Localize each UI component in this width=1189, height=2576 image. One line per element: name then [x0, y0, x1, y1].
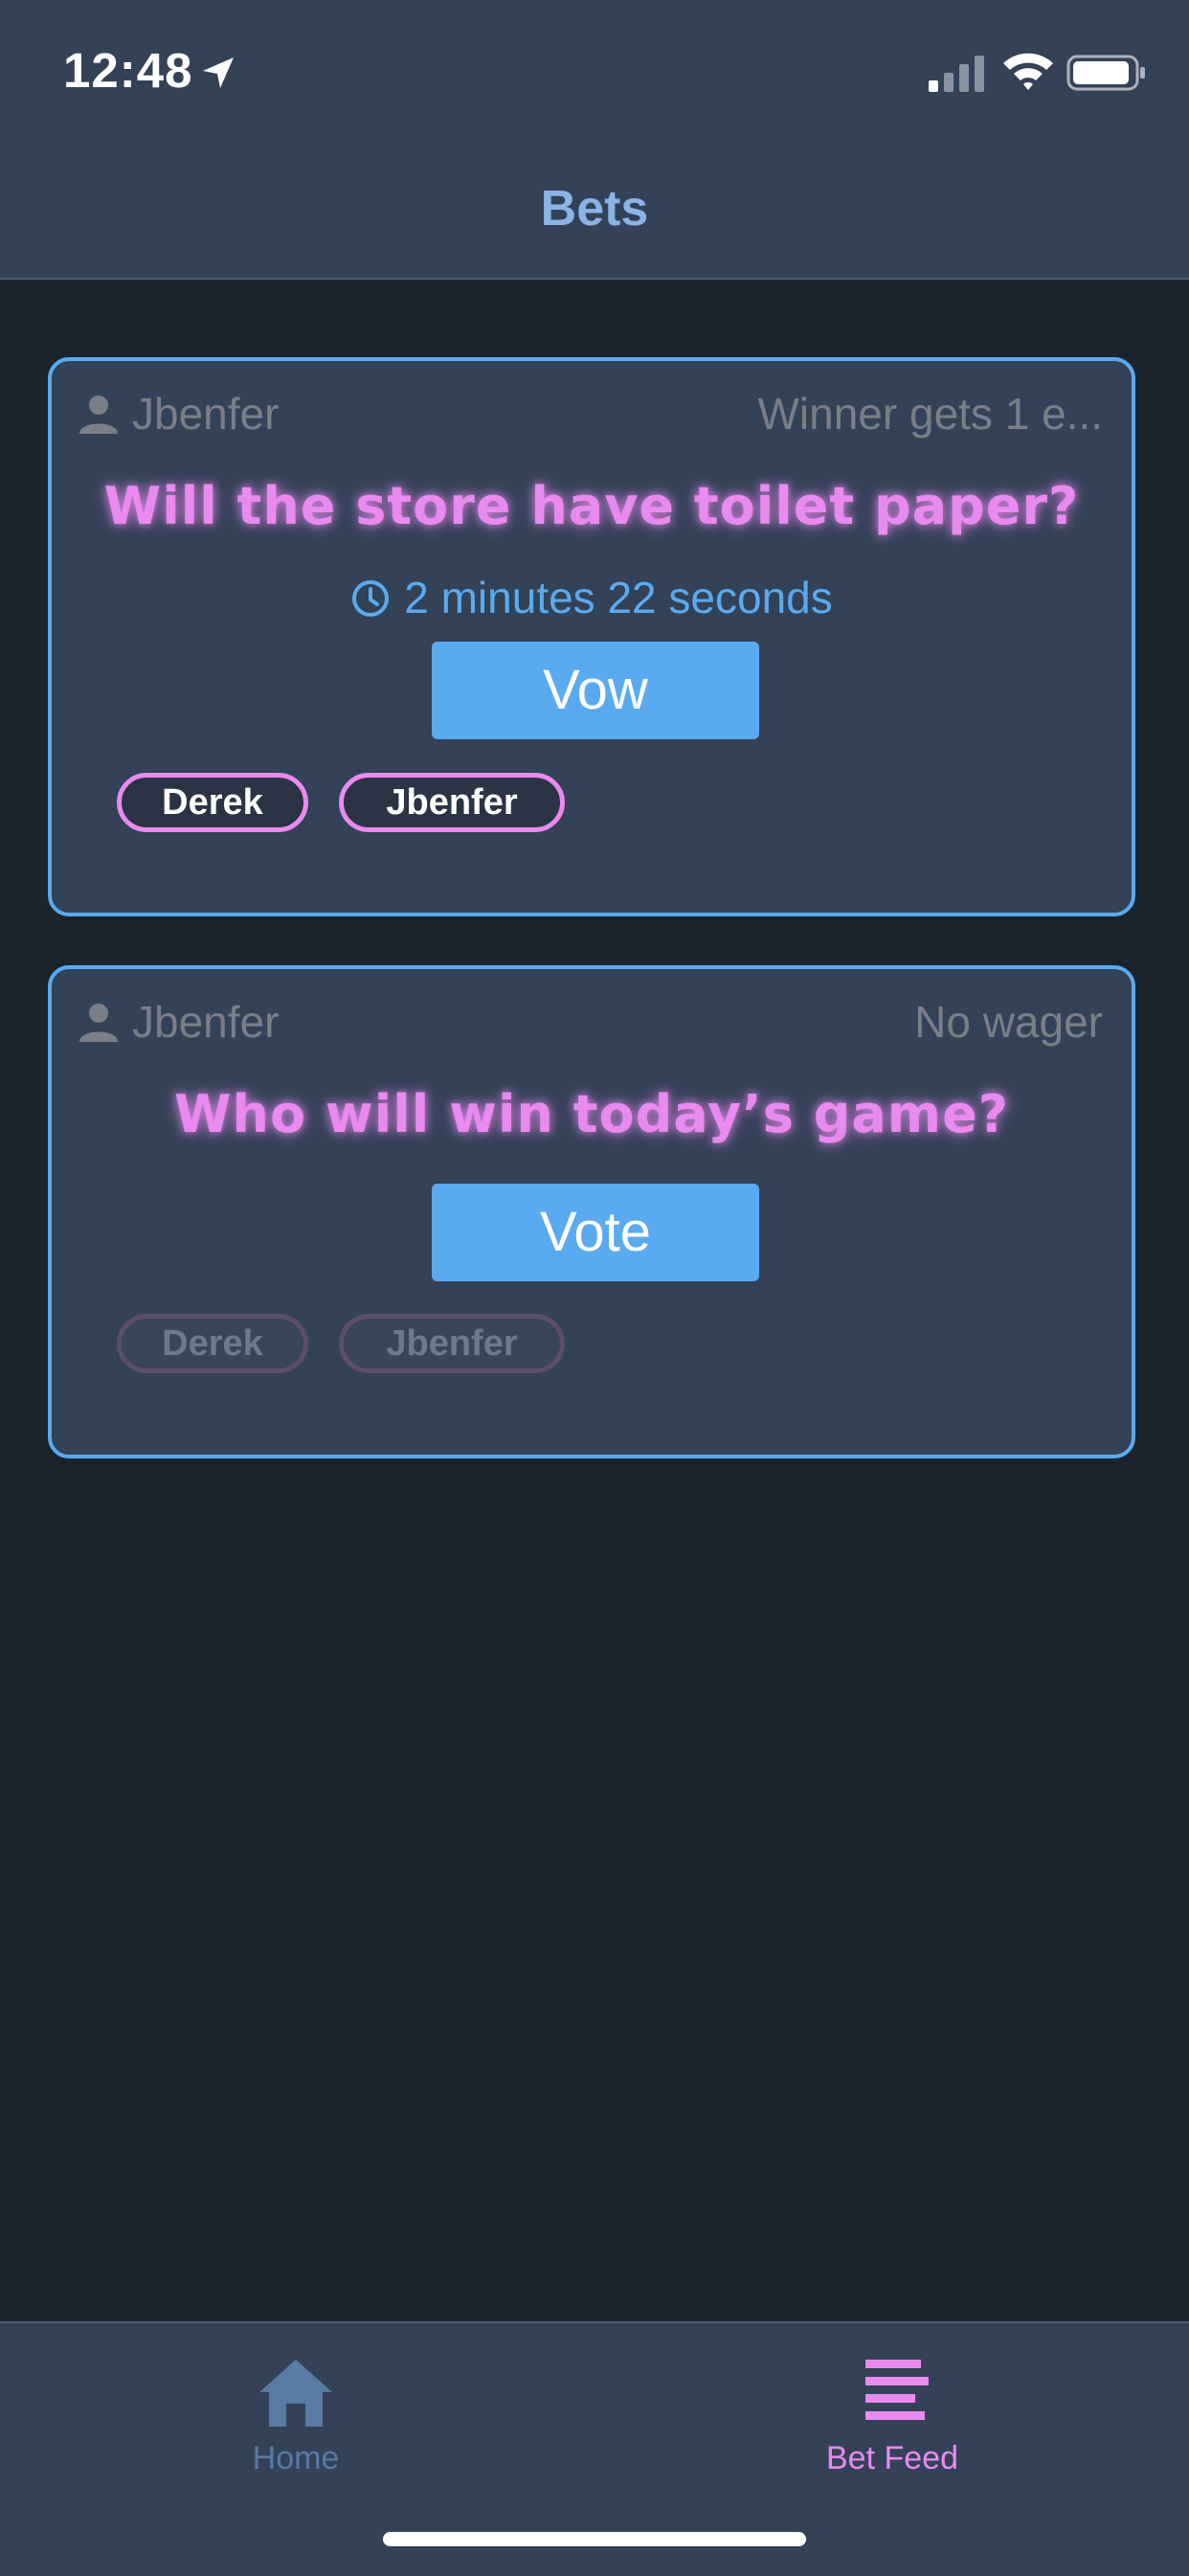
timer-text: 2 minutes 22 seconds: [404, 573, 833, 622]
page-title: Bets: [540, 181, 649, 237]
feed-lines-icon: [865, 2360, 929, 2420]
status-time: 12:48: [63, 43, 193, 98]
battery-icon: [1066, 55, 1145, 91]
tab-bet-feed[interactable]: Bet Feed: [749, 2356, 1036, 2499]
person-icon: [79, 395, 118, 434]
tab-home[interactable]: Home: [152, 2356, 439, 2499]
option-chip-derek[interactable]: Derek: [117, 1314, 308, 1373]
home-icon: [259, 2360, 332, 2427]
option-chip-derek[interactable]: Derek: [117, 773, 308, 832]
clock-icon: [352, 580, 390, 617]
location-arrow-icon: [203, 57, 234, 88]
bet-wager: Winner gets 1 e...: [757, 389, 1104, 439]
bet-question: Who will win today’s game?: [173, 1084, 1010, 1144]
bet-card[interactable]: Jbenfer Winner gets 1 e... Will the stor…: [48, 357, 1135, 916]
vow-button[interactable]: Vow: [432, 642, 759, 739]
status-bar: 12:48: [0, 0, 1189, 144]
person-icon: [79, 1004, 118, 1042]
option-chip-jbenfer[interactable]: Jbenfer: [339, 773, 565, 832]
bet-card[interactable]: Jbenfer No wager Who will win today’s ga…: [48, 965, 1135, 1458]
cellular-signal-icon: [929, 56, 984, 92]
wifi-icon: [1003, 53, 1053, 90]
top-bar: 12:48 Bets: [0, 0, 1189, 280]
home-indicator[interactable]: [383, 2532, 806, 2546]
vote-button[interactable]: Vote: [432, 1184, 759, 1281]
bet-author: Jbenfer: [132, 997, 280, 1047]
bet-author: Jbenfer: [132, 389, 280, 439]
bet-question: Will the store have toilet paper?: [103, 476, 1080, 536]
bet-wager: No wager: [914, 997, 1103, 1047]
tab-bet-feed-label: Bet Feed: [826, 2440, 958, 2476]
countdown-timer: 2 minutes 22 seconds: [52, 572, 1132, 623]
tab-home-label: Home: [252, 2440, 340, 2476]
option-chip-jbenfer[interactable]: Jbenfer: [339, 1314, 565, 1373]
